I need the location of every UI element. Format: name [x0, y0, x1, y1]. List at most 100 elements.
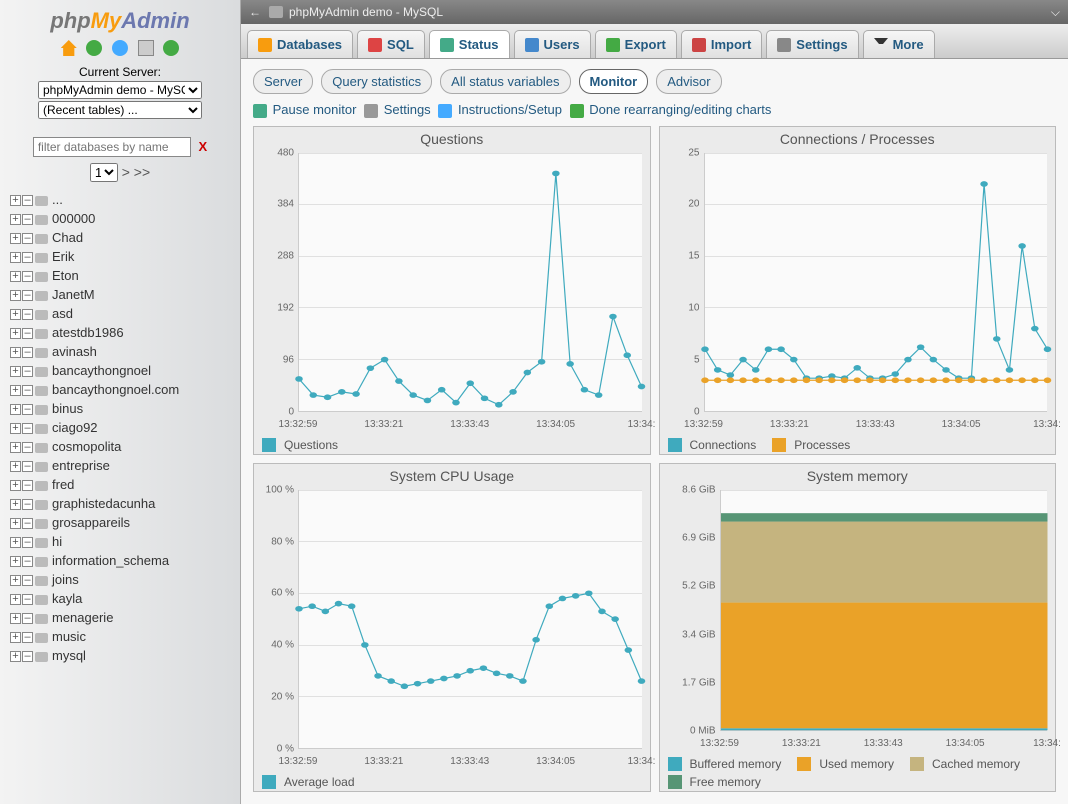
- db-item[interactable]: +–...: [10, 190, 240, 209]
- collapse-icon[interactable]: –: [22, 442, 33, 453]
- tab-settings[interactable]: Settings: [766, 30, 858, 58]
- collapse-icon[interactable]: –: [22, 537, 33, 548]
- expand-icon[interactable]: +: [10, 347, 21, 358]
- collapse-icon[interactable]: –: [22, 195, 33, 206]
- collapse-icon[interactable]: –: [22, 461, 33, 472]
- db-item[interactable]: +–bancaythongnoel: [10, 361, 240, 380]
- logout-icon[interactable]: [86, 40, 102, 56]
- subtab-monitor[interactable]: Monitor: [579, 69, 649, 94]
- db-item[interactable]: +–binus: [10, 399, 240, 418]
- db-item[interactable]: +–ciago92: [10, 418, 240, 437]
- tab-users[interactable]: Users: [514, 30, 591, 58]
- collapse-icon[interactable]: –: [22, 252, 33, 263]
- expand-icon[interactable]: +: [10, 214, 21, 225]
- db-item[interactable]: +–Eton: [10, 266, 240, 285]
- back-icon[interactable]: ←: [249, 5, 261, 19]
- db-item[interactable]: +–Erik: [10, 247, 240, 266]
- db-item[interactable]: +–Chad: [10, 228, 240, 247]
- db-filter-input[interactable]: [33, 137, 191, 157]
- expand-icon[interactable]: +: [10, 575, 21, 586]
- expand-icon[interactable]: +: [10, 594, 21, 605]
- db-item[interactable]: +–graphistedacunha: [10, 494, 240, 513]
- db-item[interactable]: +–avinash: [10, 342, 240, 361]
- subtab-query-stats[interactable]: Query statistics: [321, 69, 432, 94]
- db-item[interactable]: +–atestdb1986: [10, 323, 240, 342]
- tab-export[interactable]: Export: [595, 30, 677, 58]
- instructions-link[interactable]: Instructions/Setup: [458, 102, 562, 117]
- expand-icon[interactable]: +: [10, 442, 21, 453]
- collapse-icon[interactable]: –: [22, 233, 33, 244]
- collapse-icon[interactable]: –: [22, 518, 33, 529]
- expand-icon[interactable]: +: [10, 404, 21, 415]
- expand-icon[interactable]: +: [10, 632, 21, 643]
- server-select[interactable]: phpMyAdmin demo - MySQL: [38, 81, 202, 99]
- expand-icon[interactable]: +: [10, 651, 21, 662]
- subtab-all-vars[interactable]: All status variables: [440, 69, 570, 94]
- expand-icon[interactable]: +: [10, 518, 21, 529]
- collapse-icon[interactable]: –: [22, 423, 33, 434]
- expand-icon[interactable]: +: [10, 385, 21, 396]
- db-item[interactable]: +–bancaythongnoel.com: [10, 380, 240, 399]
- expand-icon[interactable]: +: [10, 309, 21, 320]
- db-filter-clear-icon[interactable]: X: [198, 139, 207, 154]
- collapse-icon[interactable]: –: [22, 366, 33, 377]
- tab-sql[interactable]: SQL: [357, 30, 425, 58]
- expand-icon[interactable]: +: [10, 499, 21, 510]
- done-rearranging-link[interactable]: Done rearranging/editing charts: [589, 102, 771, 117]
- page-select[interactable]: 1: [90, 163, 118, 182]
- home-icon[interactable]: [61, 40, 77, 56]
- collapse-icon[interactable]: –: [22, 613, 33, 624]
- expand-icon[interactable]: +: [10, 556, 21, 567]
- collapse-icon[interactable]: –: [22, 651, 33, 662]
- db-item[interactable]: +–mysql: [10, 646, 240, 665]
- pause-monitor-link[interactable]: Pause monitor: [273, 102, 357, 117]
- expand-icon[interactable]: +: [10, 195, 21, 206]
- tab-databases[interactable]: Databases: [247, 30, 353, 58]
- db-item[interactable]: +–grosappareils: [10, 513, 240, 532]
- db-item[interactable]: +–cosmopolita: [10, 437, 240, 456]
- collapse-icon[interactable]: –: [22, 632, 33, 643]
- expand-icon[interactable]: +: [10, 366, 21, 377]
- expand-icon[interactable]: +: [10, 271, 21, 282]
- expand-icon[interactable]: +: [10, 537, 21, 548]
- collapse-icon[interactable]: –: [22, 499, 33, 510]
- db-item[interactable]: +–000000: [10, 209, 240, 228]
- expand-icon[interactable]: +: [10, 328, 21, 339]
- db-item[interactable]: +–hi: [10, 532, 240, 551]
- db-item[interactable]: +–joins: [10, 570, 240, 589]
- collapse-icon[interactable]: –: [22, 290, 33, 301]
- expand-icon[interactable]: +: [10, 461, 21, 472]
- db-item[interactable]: +–information_schema: [10, 551, 240, 570]
- collapse-icon[interactable]: –: [22, 404, 33, 415]
- reload-icon[interactable]: [163, 40, 179, 56]
- subtab-server[interactable]: Server: [253, 69, 313, 94]
- collapse-icon[interactable]: –: [22, 556, 33, 567]
- db-item[interactable]: +–entreprise: [10, 456, 240, 475]
- expand-icon[interactable]: +: [10, 423, 21, 434]
- recent-tables-select[interactable]: (Recent tables) ...: [38, 101, 202, 119]
- collapse-icon[interactable]: –: [22, 575, 33, 586]
- monitor-settings-link[interactable]: Settings: [384, 102, 431, 117]
- paging-next[interactable]: > >>: [122, 164, 150, 180]
- expand-icon[interactable]: +: [10, 480, 21, 491]
- collapse-icon[interactable]: –: [22, 594, 33, 605]
- tab-import[interactable]: Import: [681, 30, 762, 58]
- collapse-icon[interactable]: –: [22, 328, 33, 339]
- expand-icon[interactable]: +: [10, 290, 21, 301]
- collapse-icon[interactable]: –: [22, 309, 33, 320]
- db-item[interactable]: +–fred: [10, 475, 240, 494]
- collapse-icon[interactable]: –: [22, 214, 33, 225]
- subtab-advisor[interactable]: Advisor: [656, 69, 721, 94]
- tab-status[interactable]: Status: [429, 30, 510, 58]
- minimize-icon[interactable]: ⌵: [1051, 5, 1060, 20]
- db-item[interactable]: +–asd: [10, 304, 240, 323]
- db-item[interactable]: +–music: [10, 627, 240, 646]
- docs-icon[interactable]: [138, 40, 154, 56]
- tab-more[interactable]: More: [863, 30, 935, 58]
- db-item[interactable]: +–JanetM: [10, 285, 240, 304]
- help-icon[interactable]: [112, 40, 128, 56]
- collapse-icon[interactable]: –: [22, 385, 33, 396]
- expand-icon[interactable]: +: [10, 252, 21, 263]
- expand-icon[interactable]: +: [10, 613, 21, 624]
- collapse-icon[interactable]: –: [22, 347, 33, 358]
